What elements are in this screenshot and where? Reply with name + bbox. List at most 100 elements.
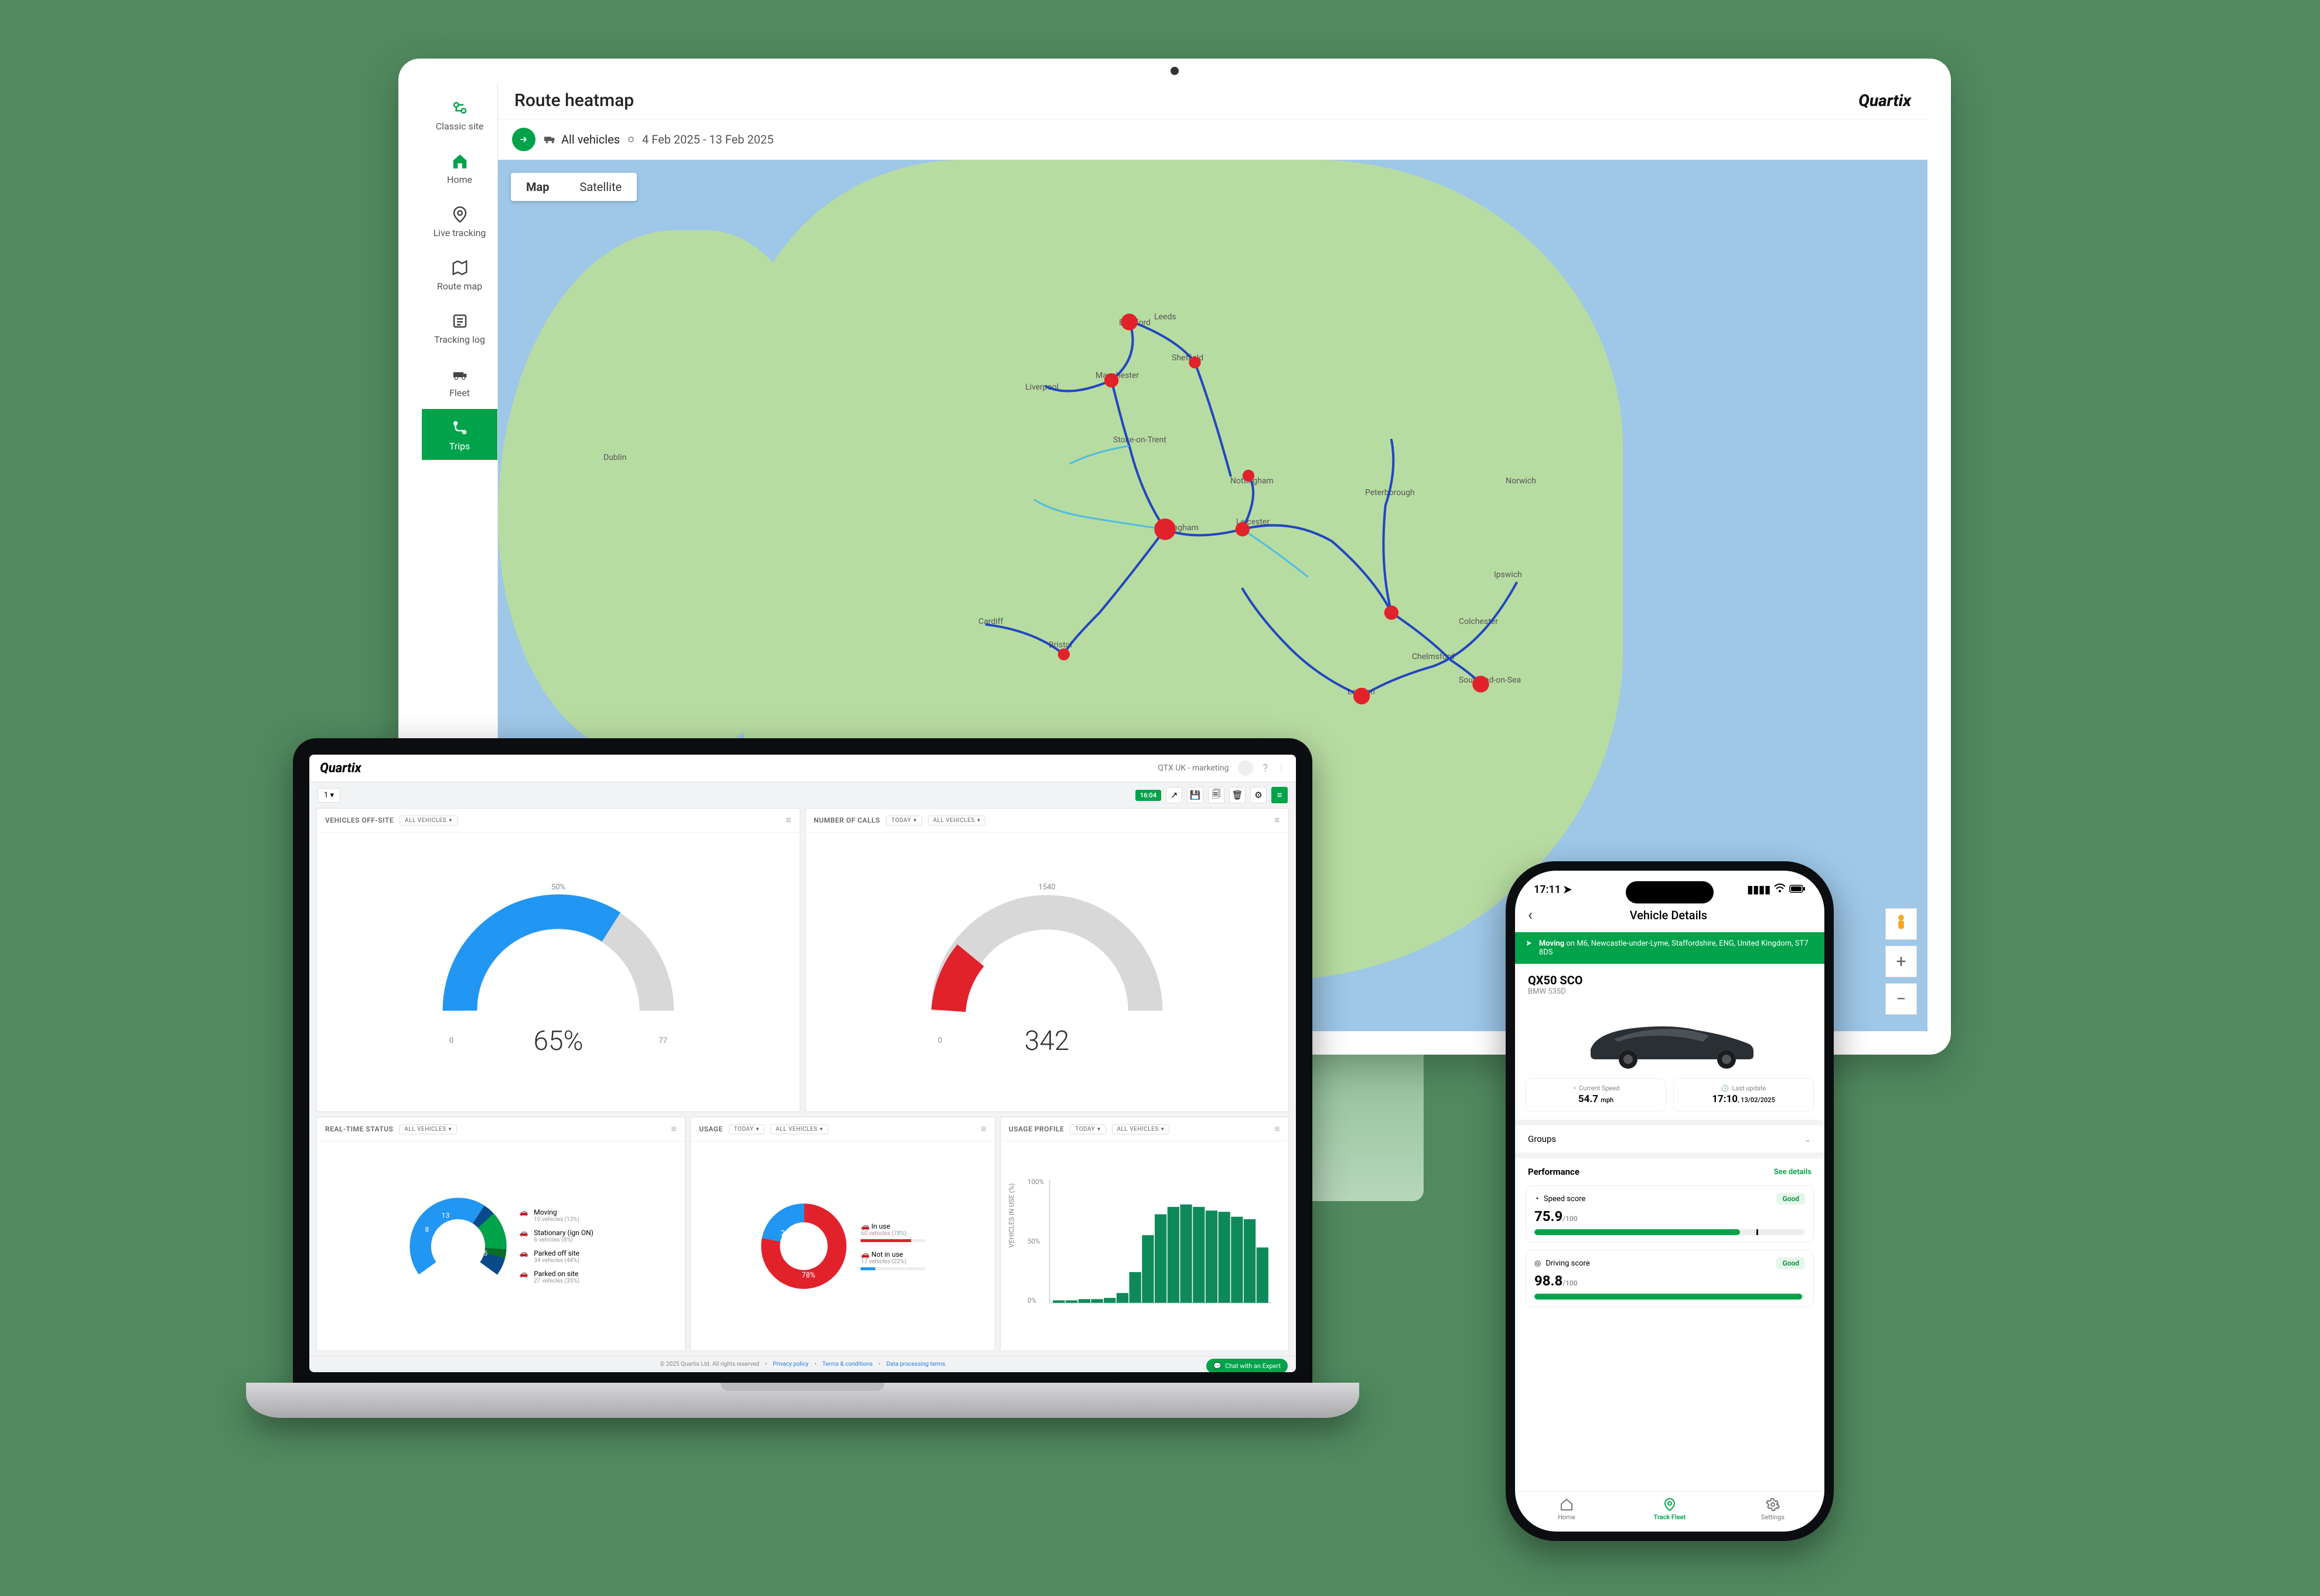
- log-icon: [449, 311, 470, 332]
- phone-tabbar: Home Track Fleet Settings: [1515, 1491, 1824, 1532]
- filter-pill[interactable]: TODAY ▾: [729, 1124, 765, 1134]
- filter-pill[interactable]: ALL VEHICLES ▾: [770, 1124, 828, 1134]
- toolbar-settings-icon[interactable]: ⚙: [1250, 787, 1267, 803]
- footer-link-dpa[interactable]: Data processing terms: [886, 1361, 946, 1367]
- gauge-icon: ◔: [1572, 1085, 1576, 1092]
- svg-text:VEHICLES IN USE (%): VEHICLES IN USE (%): [1007, 1184, 1015, 1248]
- vehicle-stats: ◔Current Speed 54.7 mph 🕓Last update 17:…: [1515, 1078, 1824, 1120]
- sidebar-item-home[interactable]: Home: [422, 142, 497, 193]
- status-dot: [628, 137, 634, 142]
- toolbar-copy-icon[interactable]: 🗐: [1208, 787, 1224, 803]
- kebab-icon[interactable]: ⋮: [1277, 763, 1285, 773]
- tab-track-fleet[interactable]: Track Fleet: [1618, 1498, 1721, 1521]
- card-usage: USAGE TODAY ▾ ALL VEHICLES ▾ ≡ 22% 78%: [690, 1117, 995, 1351]
- performance-label: Performance: [1528, 1167, 1579, 1177]
- footer-link-terms[interactable]: Terms & conditions: [823, 1361, 873, 1367]
- sidebar-item-trackinglog[interactable]: Tracking log: [422, 302, 497, 353]
- account-name[interactable]: QTX UK - marketing: [1158, 763, 1229, 773]
- card-vehicles-offsite: VEHICLES OFF-SITE ALL VEHICLES ▾ ≡ 50% 6…: [316, 808, 800, 1112]
- car-icon: 🚗: [518, 1249, 529, 1257]
- legend-row: 🚗Moving10 vehicles (13%): [518, 1208, 593, 1223]
- groups-label: Groups: [1528, 1134, 1556, 1144]
- sidebar-item-trips[interactable]: Trips: [422, 409, 497, 460]
- pegman-icon[interactable]: [1885, 908, 1917, 940]
- legend-row: 🚗Stationary (ign ON)6 vehicles (8%): [518, 1229, 593, 1243]
- svg-text:44: 44: [432, 1270, 441, 1278]
- map-type-satellite[interactable]: Satellite: [564, 173, 637, 201]
- usage-legend: 🚗 In use 60 vehicles (78%) 🚗 Not in use …: [861, 1222, 925, 1270]
- dashboard-grid: VEHICLES OFF-SITE ALL VEHICLES ▾ ≡ 50% 6…: [309, 808, 1296, 1356]
- tab-settings[interactable]: Settings: [1721, 1498, 1824, 1521]
- date-range[interactable]: 4 Feb 2025 - 13 Feb 2025: [642, 132, 773, 146]
- map-type-map[interactable]: Map: [511, 173, 564, 201]
- stat-current-speed: ◔Current Speed 54.7 mph: [1526, 1078, 1666, 1111]
- routemap-icon: [449, 257, 470, 278]
- svg-text:8: 8: [425, 1225, 429, 1233]
- help-icon[interactable]: ?: [1263, 762, 1268, 775]
- see-details-link[interactable]: See details: [1774, 1168, 1811, 1176]
- filter-pill[interactable]: ALL VEHICLES ▾: [928, 816, 986, 826]
- footer-link-privacy[interactable]: Privacy policy: [773, 1361, 808, 1367]
- toolbar-delete-icon[interactable]: 🗑: [1229, 787, 1246, 803]
- toolbar-add-icon[interactable]: ≡: [1271, 787, 1288, 803]
- tab-home[interactable]: Home: [1515, 1498, 1618, 1521]
- card-menu-icon[interactable]: ≡: [1274, 814, 1280, 826]
- sidebar-label: Home: [447, 174, 472, 185]
- realtime-donut: 13 8 44 35: [408, 1196, 508, 1296]
- map-type-toggle: Map Satellite: [511, 173, 637, 201]
- filter-pill[interactable]: TODAY ▾: [886, 816, 922, 826]
- sidebar-label: Trips: [449, 441, 470, 452]
- battery-icon: [1789, 884, 1806, 896]
- gauge-max: 77: [659, 1036, 667, 1045]
- filter-pill[interactable]: ALL VEHICLES ▾: [1112, 1124, 1170, 1134]
- card-title: USAGE: [699, 1125, 723, 1133]
- avatar[interactable]: [1238, 761, 1253, 776]
- toolbar-save-icon[interactable]: 💾: [1187, 787, 1203, 803]
- zoom-out-button[interactable]: −: [1885, 983, 1917, 1015]
- groups-row[interactable]: Groups ⌄: [1515, 1126, 1824, 1152]
- sidebar-item-routemap[interactable]: Route map: [422, 249, 497, 300]
- card-menu-icon[interactable]: ≡: [1274, 1123, 1280, 1135]
- badge-good: Good: [1776, 1193, 1805, 1205]
- card-menu-icon[interactable]: ≡: [786, 814, 791, 826]
- back-button[interactable]: ‹: [1528, 906, 1533, 924]
- svg-text:13: 13: [442, 1211, 450, 1219]
- svg-text:50%: 50%: [1028, 1237, 1040, 1246]
- performance-row: Performance See details: [1515, 1158, 1824, 1185]
- phone-title: Vehicle Details: [1541, 908, 1796, 922]
- filter-pill[interactable]: ALL VEHICLES ▾: [399, 1124, 457, 1134]
- vehicle-filter[interactable]: All vehicles: [544, 132, 620, 146]
- fleet-icon: [449, 364, 470, 385]
- car-icon: 🚗: [518, 1270, 529, 1278]
- card-menu-icon[interactable]: ≡: [981, 1123, 987, 1135]
- speed-icon: ◔: [1534, 1194, 1539, 1203]
- score-card-speed: ◔Speed scoreGood 75.9/100: [1526, 1185, 1814, 1243]
- sidebar-item-fleet[interactable]: Fleet: [422, 356, 497, 407]
- zoom-in-button[interactable]: +: [1885, 946, 1917, 977]
- sidebar-label: Fleet: [449, 387, 470, 398]
- sidebar-item-live[interactable]: Live tracking: [422, 196, 497, 247]
- chat-button[interactable]: 💬 Chat with an Expert: [1206, 1359, 1288, 1372]
- chevron-down-icon: ⌄: [1804, 1134, 1811, 1144]
- badge-good: Good: [1776, 1257, 1805, 1269]
- card-menu-icon[interactable]: ≡: [671, 1123, 677, 1135]
- filter-pill[interactable]: TODAY ▾: [1070, 1124, 1106, 1134]
- svg-text:35: 35: [480, 1249, 488, 1257]
- section-separator: [1515, 1152, 1824, 1158]
- realtime-legend: 🚗Moving10 vehicles (13%) 🚗Stationary (ig…: [518, 1208, 593, 1284]
- card-title: NUMBER OF CALLS: [814, 816, 880, 824]
- card-title: REAL-TIME STATUS: [325, 1125, 393, 1133]
- toolbar-export-icon[interactable]: ↗: [1166, 787, 1182, 803]
- filter-go-button[interactable]: [512, 128, 535, 151]
- gauge-value: 65%: [435, 1025, 681, 1057]
- section-separator: [1515, 1120, 1824, 1126]
- sidebar-item-classic[interactable]: Classic site: [422, 89, 497, 140]
- vehicle-model: BMW 535D: [1528, 987, 1811, 996]
- filter-pill[interactable]: ALL VEHICLES ▾: [400, 816, 458, 826]
- score-card-driving: ◎Driving scoreGood 98.8/100: [1526, 1250, 1814, 1307]
- map-controls: + −: [1885, 908, 1917, 1015]
- page-selector[interactable]: 1 ▾: [318, 788, 340, 803]
- page-title: Route heatmap: [514, 90, 634, 111]
- brand-logo: Quartix: [320, 761, 361, 776]
- signal-icon: ▮▮▮▮: [1747, 884, 1770, 896]
